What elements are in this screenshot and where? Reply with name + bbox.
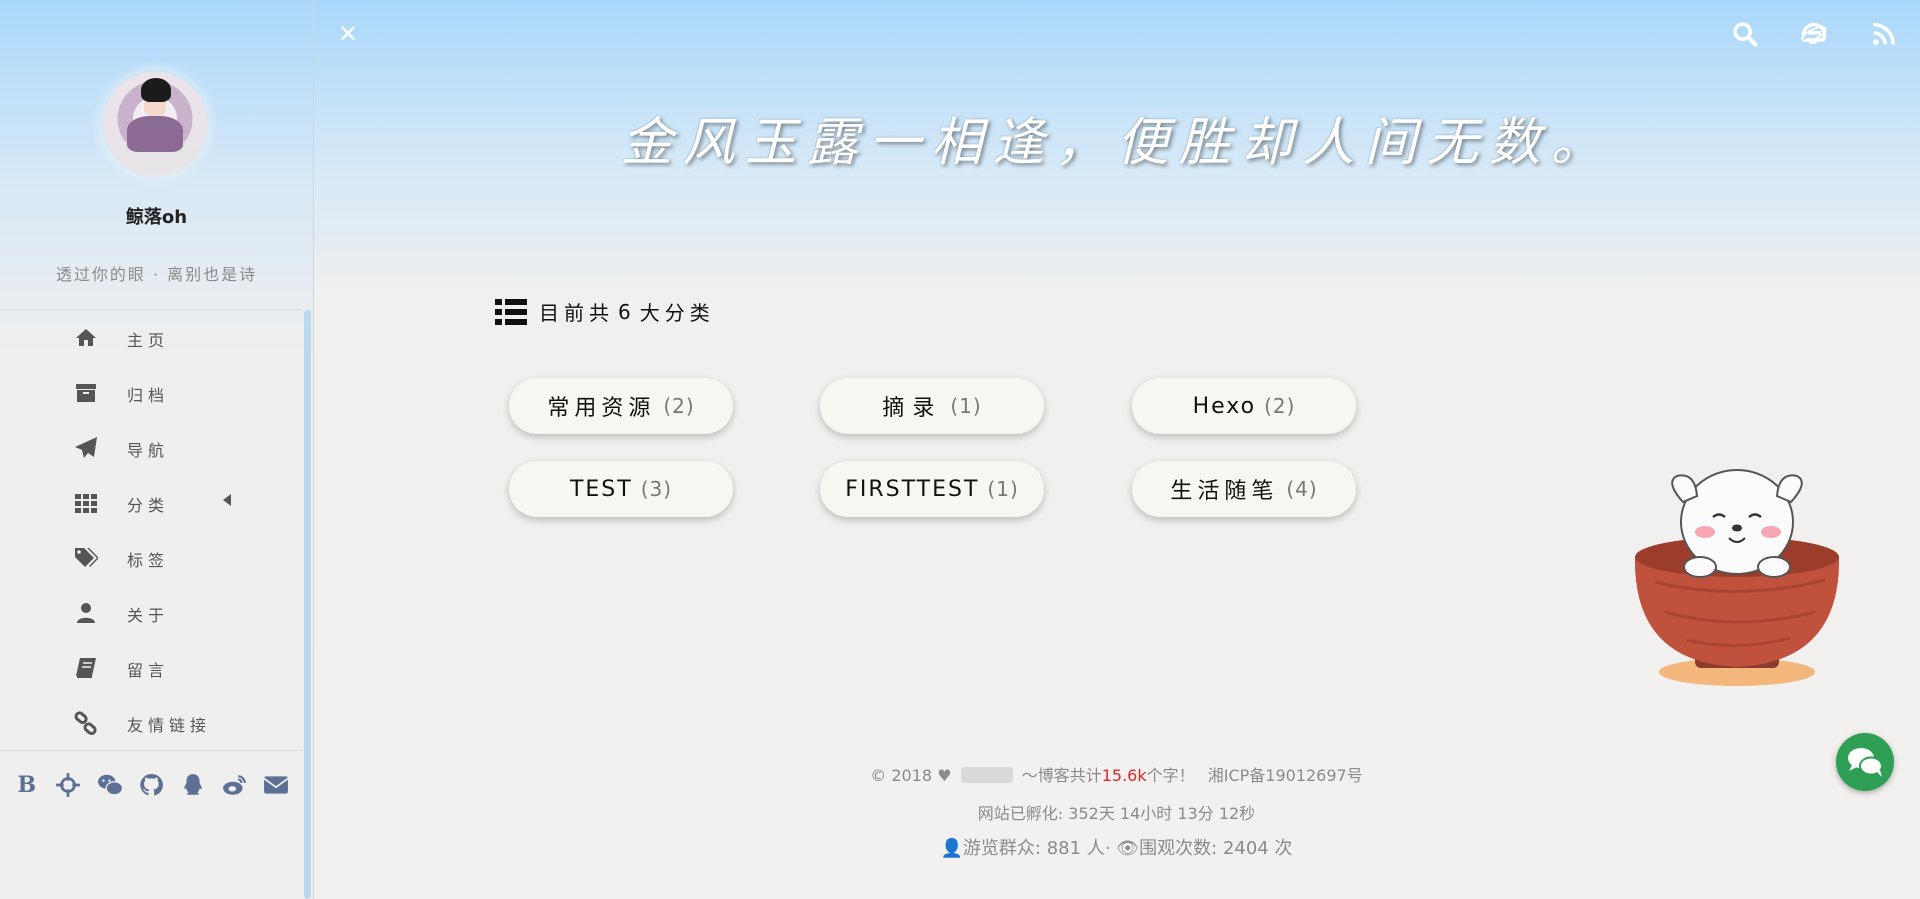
wechat-icon[interactable] — [97, 772, 123, 798]
sidebar-item-label: 友情链接 — [127, 716, 212, 735]
category-pill[interactable]: Hexo (2) — [1132, 378, 1356, 434]
github-icon[interactable] — [138, 772, 164, 798]
sidebar-item-label: 导航 — [127, 441, 170, 460]
blogger-icon[interactable]: B — [14, 772, 40, 798]
search-icon[interactable] — [1731, 20, 1759, 48]
grid-icon — [75, 494, 97, 513]
categories-header-prefix: 目前共 — [539, 301, 614, 325]
footer-stats-line: 👤游览群众: 881 人· 👁围观次数: 2404 次 — [940, 838, 1293, 859]
sidebar-menu: 主页 归档 导航 分类 标签 关于 留言 友情链接 — [0, 310, 303, 750]
word-count-prefix: ～博客共计 — [1021, 766, 1102, 785]
eye-icon: 👁 — [1116, 838, 1140, 859]
sidebar-scrollbar[interactable] — [304, 310, 311, 899]
redacted-name — [960, 767, 1013, 783]
sidebar-item-label: 分类 — [127, 496, 170, 515]
sidebar-item-about[interactable]: 关于 — [0, 585, 303, 640]
sidebar-item-label: 主页 — [127, 331, 170, 350]
visitors-unit: 人 — [1086, 838, 1105, 859]
category-pill[interactable]: 生活随笔 (4) — [1132, 461, 1356, 517]
sidebar: 鲸落oh 透过你的眼 · 离别也是诗 主页 归档 导航 分类 标签 关于 留言 … — [0, 0, 314, 899]
sidebar-item-label: 留言 — [127, 661, 170, 680]
motto: 透过你的眼 · 离别也是诗 — [55, 265, 258, 284]
category-count: (3) — [640, 477, 673, 501]
uptime-value: 352天 14小时 13分 12秒 — [1068, 804, 1256, 823]
views-label: 围观次数: — [1139, 838, 1218, 859]
list-icon — [495, 298, 527, 325]
category-count: (2) — [663, 394, 695, 418]
link-icon — [74, 711, 97, 735]
categories-count: 6 — [618, 299, 636, 324]
uptime-label: 网站已孵化: — [977, 804, 1064, 823]
views-count: 2404 — [1222, 838, 1269, 859]
copyright-icon: © — [870, 766, 887, 785]
user-icon — [77, 603, 95, 623]
category-name: 常用资源 — [547, 396, 656, 421]
close-icon[interactable]: ✕ — [336, 22, 360, 46]
weibo-icon[interactable] — [222, 772, 248, 798]
book-icon — [76, 658, 96, 678]
visitors-count: 881 — [1046, 838, 1082, 859]
sidebar-item-home[interactable]: 主页 — [0, 310, 303, 365]
footer-copyright-line: © 2018 ♥ ～博客共计15.6k个字！ 湘ICP备19012697号 — [313, 762, 1920, 786]
home-icon — [76, 329, 96, 346]
archive-icon — [76, 384, 96, 402]
category-name: FIRSTTEST — [845, 476, 980, 502]
categories-header-suffix: 大分类 — [639, 301, 715, 325]
dog-in-bowl-mascot[interactable] — [1625, 462, 1850, 692]
social-links: B — [0, 772, 303, 798]
sidebar-item-label: 归档 — [127, 386, 170, 405]
icp-link[interactable]: 湘ICP备19012697号 — [1208, 766, 1363, 785]
crosshair-icon[interactable] — [55, 772, 81, 798]
qq-icon[interactable] — [180, 772, 206, 798]
word-count: 15.6k — [1101, 766, 1147, 785]
sidebar-item-guestbook[interactable]: 留言 — [0, 640, 303, 695]
category-name: 生活随笔 — [1170, 479, 1279, 504]
sidebar-item-tags[interactable]: 标签 — [0, 530, 303, 585]
sidebar-item-label: 标签 — [127, 551, 170, 570]
browser-icon[interactable] — [1800, 20, 1828, 48]
rss-icon[interactable] — [1870, 20, 1898, 48]
categories-header: 目前共 6 大分类 — [495, 297, 715, 326]
username: 鲸落oh — [125, 207, 188, 228]
word-count-suffix: 个字！ — [1146, 766, 1195, 785]
category-count: (2) — [1264, 394, 1296, 418]
sidebar-item-nav[interactable]: 导航 — [0, 420, 303, 475]
caret-left-icon[interactable] — [223, 494, 231, 506]
user-icon: 👤 — [940, 838, 963, 859]
heartbeat-icon: ♥ — [937, 766, 952, 785]
category-count: (1) — [987, 477, 1019, 501]
category-name: 摘录 — [882, 396, 943, 421]
footer-uptime-line: 网站已孵化: 352天 14小时 13分 12秒 — [313, 800, 1920, 824]
category-count: (4) — [1286, 477, 1318, 501]
sidebar-item-archive[interactable]: 归档 — [0, 365, 303, 420]
divider — [0, 750, 303, 751]
visitors-label: 游览群众: — [962, 838, 1041, 859]
avatar[interactable] — [103, 72, 207, 176]
sidebar-item-categories[interactable]: 分类 — [0, 475, 303, 530]
paper-plane-icon — [75, 437, 97, 458]
headline-poem: 金风玉露一相逢，便胜却人间无数。 — [620, 113, 1613, 173]
copyright-year: 2018 — [891, 766, 933, 785]
category-pill[interactable]: 摘录 (1) — [820, 378, 1044, 434]
category-pill[interactable]: TEST (3) — [509, 461, 733, 517]
category-pill[interactable]: 常用资源 (2) — [509, 378, 733, 434]
category-name: Hexo — [1192, 393, 1257, 419]
sidebar-item-friend-links[interactable]: 友情链接 — [0, 695, 303, 750]
category-count: (1) — [950, 394, 982, 418]
category-name: TEST — [569, 476, 633, 502]
sidebar-item-label: 关于 — [127, 606, 170, 625]
email-icon[interactable] — [263, 772, 289, 798]
tags-icon — [75, 548, 98, 567]
category-pill[interactable]: FIRSTTEST (1) — [820, 461, 1044, 517]
views-unit: 次 — [1274, 838, 1293, 859]
